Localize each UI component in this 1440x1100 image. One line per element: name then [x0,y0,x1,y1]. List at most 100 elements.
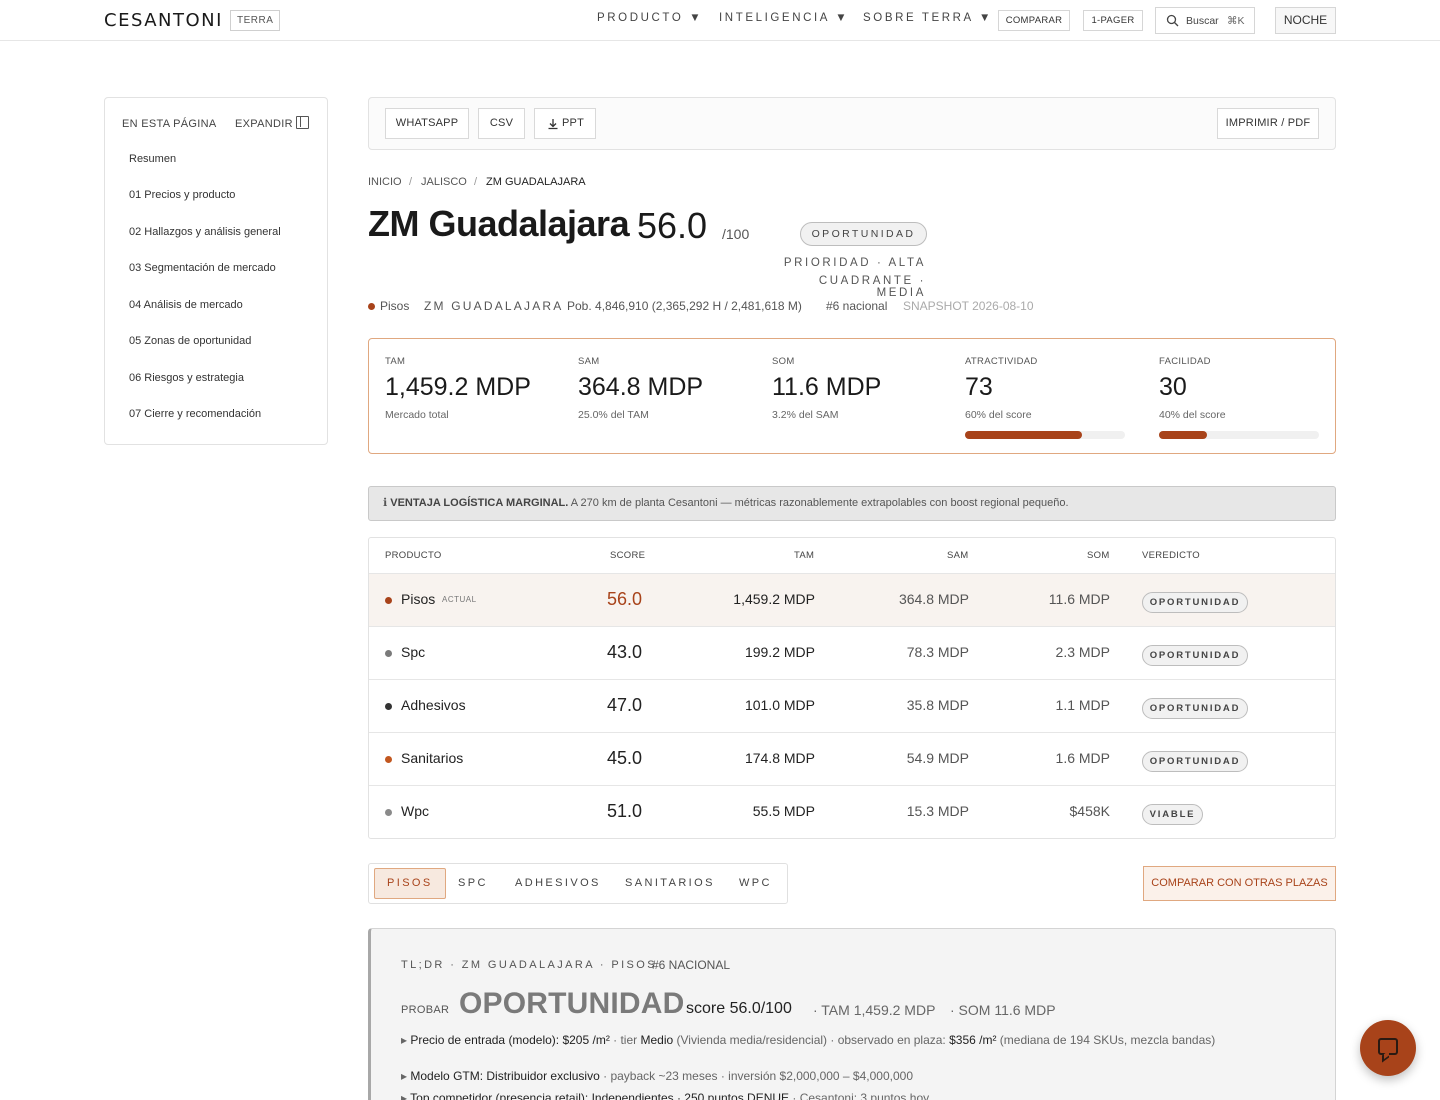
tab-sanitarios[interactable]: SANITARIOS [625,877,715,889]
meta-snapshot: SNAPSHOT 2026-08-10 [903,299,1034,313]
tldr-text: · payback ~23 meses · inversión $2,000,0… [599,1069,913,1083]
col-header-sam: SAM [947,550,969,561]
verdict-badge: OPORTUNIDAD [1142,751,1248,772]
breadcrumb-current: ZM GUADALAJARA [486,176,586,188]
kpi-facilidad-value: 30 [1159,373,1187,401]
col-header-score: SCORE [610,550,646,561]
toc-item-riesgos[interactable]: 06 Riesgos y estrategia [129,372,244,384]
whatsapp-button[interactable]: WHATSAPP [385,108,469,139]
search-label: Buscar [1186,15,1219,27]
table-row[interactable]: Adhesivos 47.0 101.0 MDP 35.8 MDP 1.1 MD… [369,679,1335,732]
col-header-verdict: VEREDICTO [1142,550,1200,561]
banner-text: A 270 km de planta Cesantoni — métricas … [568,497,1069,509]
kpi-tam-sub: Mercado total [385,409,449,421]
row-tam: 174.8 MDP [744,750,815,766]
product-dot-icon [368,303,375,310]
brand-logo[interactable]: CESANTONI [104,10,223,31]
kpi-tam-value: 1,459.2 MDP [385,373,531,401]
tldr-gtm-line: ▸ Modelo GTM: Distribuidor exclusivo · p… [401,1069,913,1083]
product-dot-icon [385,597,392,604]
row-sam: 35.8 MDP [906,697,969,713]
breadcrumb-home[interactable]: INICIO [368,176,402,188]
toc-item-precios[interactable]: 01 Precios y producto [129,189,235,201]
kpi-sam-value: 364.8 MDP [578,373,704,401]
quadrant-label: CUADRANTE · MEDIA [818,275,926,299]
tldr-top-competitor: Top competidor (presencia retail): Indep… [410,1091,790,1100]
chat-bubble-icon [1378,1038,1398,1055]
nav-menu-sobre-terra[interactable]: SOBRE TERRA ▼ [863,12,993,24]
toc-item-hallazgos[interactable]: 02 Hallazgos y análisis general [129,226,281,238]
print-pdf-button[interactable]: IMPRIMIR / PDF [1217,108,1319,139]
csv-button[interactable]: CSV [478,108,525,139]
toc-item-zonas[interactable]: 05 Zonas de oportunidad [129,335,251,347]
theme-toggle-button[interactable]: NOCHE [1275,7,1336,34]
row-score: 56.0 [607,589,643,609]
product-dot-icon [385,756,392,763]
tldr-tier: Medio [640,1033,674,1047]
table-row[interactable]: Pisos ACTUAL 56.0 1,459.2 MDP 364.8 MDP … [369,573,1335,626]
toc-expand-button[interactable]: EXPANDIR [235,118,293,130]
meta-region: ZM GUADALAJARA [424,299,564,313]
sidebar-toggle-icon[interactable] [296,116,309,129]
nav-menu-inteligencia[interactable]: INTELIGENCIA ▼ [719,12,849,24]
kpi-sam-sub: 25.0% del TAM [578,409,649,421]
ppt-button[interactable]: PPT [534,108,596,139]
kpi-card: TAM 1,459.2 MDP Mercado total SAM 364.8 … [368,338,1336,454]
product-dot-icon [385,809,392,816]
row-som: 11.6 MDP [1048,591,1110,607]
tldr-price-line: ▸ Precio de entrada (modelo): $205 /m² ·… [401,1033,1215,1047]
table-of-contents: EN ESTA PÁGINA EXPANDIR Resumen 01 Preci… [104,97,328,445]
tldr-som: · SOM 11.6 MDP [950,1002,1056,1018]
toc-item-analisis[interactable]: 04 Análisis de mercado [129,299,243,311]
page-title: ZM Guadalajara [368,203,630,244]
chat-button[interactable] [1360,1020,1416,1076]
tldr-price-model: Precio de entrada (modelo): $205 /m² [410,1033,610,1047]
row-score: 45.0 [607,748,643,768]
col-header-som: SOM [1087,550,1110,561]
toc-item-cierre[interactable]: 07 Cierre y recomendación [129,408,261,420]
row-score: 51.0 [607,801,643,821]
product-tabs: PISOS SPC ADHESIVOS SANITARIOS WPC [368,863,788,904]
nav-menu-producto[interactable]: PRODUCTO ▼ [597,12,703,24]
kpi-som-label: SOM [772,356,795,367]
kpi-atractividad-value: 73 [965,373,993,401]
tldr-rank: #6 NACIONAL [652,958,731,972]
info-icon: ℹ [383,497,388,509]
table-row[interactable]: Wpc 51.0 55.5 MDP 15.3 MDP $458K VIABLE [369,785,1335,838]
compare-nav-button[interactable]: COMPARAR [998,10,1070,31]
tab-adhesivos[interactable]: ADHESIVOS [515,877,601,889]
row-tam: 55.5 MDP [752,803,815,819]
status-badge: OPORTUNIDAD [800,222,927,246]
meta-product: Pisos [380,299,410,313]
tldr-text: (mediana de 194 SKUs, mezcla bandas) [996,1033,1216,1047]
row-som: 1.1 MDP [1055,697,1110,713]
tldr-competitor-line: ▸ Top competidor (presencia retail): Ind… [401,1091,929,1100]
verdict-badge: OPORTUNIDAD [1142,645,1248,666]
col-header-product: PRODUCTO [385,550,442,561]
table-row[interactable]: Spc 43.0 199.2 MDP 78.3 MDP 2.3 MDP OPOR… [369,626,1335,679]
product-dot-icon [385,703,392,710]
one-pager-button[interactable]: 1-PAGER [1083,10,1143,31]
tab-wpc[interactable]: WPC [739,877,772,889]
banner-title: VENTAJA LOGÍSTICA MARGINAL. [390,497,569,509]
breadcrumb-separator: / [474,176,478,188]
tldr-heading: TL;DR · ZM GUADALAJARA · PISOS [401,959,657,971]
kpi-facilidad-sub: 40% del score [1159,409,1226,421]
tldr-verdict: OPORTUNIDAD [459,987,685,1020]
tab-spc[interactable]: SPC [458,877,488,889]
row-sam: 54.9 MDP [906,750,969,766]
compare-plazas-button[interactable]: COMPARAR CON OTRAS PLAZAS [1143,866,1336,901]
toc-title: EN ESTA PÁGINA [122,118,217,130]
search-button[interactable]: Buscar ⌘K [1155,7,1255,34]
table-row[interactable]: Sanitarios 45.0 174.8 MDP 54.9 MDP 1.6 M… [369,732,1335,785]
toc-item-resumen[interactable]: Resumen [129,153,176,165]
atractividad-progress-bar [965,431,1125,439]
overall-score: 56.0 [637,205,708,246]
bullet-icon: ▸ [401,1069,408,1083]
row-tam: 199.2 MDP [744,644,815,660]
toc-item-segmentacion[interactable]: 03 Segmentación de mercado [129,262,276,274]
facilidad-progress-fill [1159,431,1207,439]
breadcrumb-state[interactable]: JALISCO [421,176,467,188]
tab-pisos[interactable]: PISOS [374,868,446,899]
tldr-action: PROBAR [401,1004,450,1016]
